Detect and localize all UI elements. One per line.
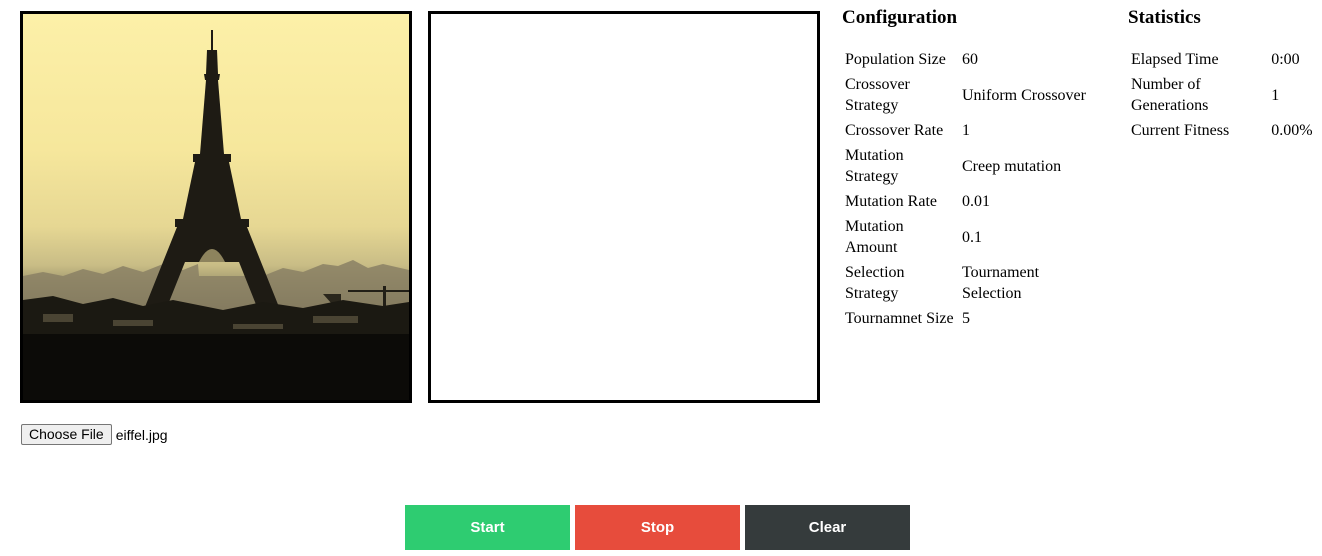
stat-row: Current Fitness 0.00% bbox=[1130, 119, 1320, 142]
stat-row-value: 0:00 bbox=[1271, 51, 1300, 68]
stat-row-label: Current Fitness bbox=[1131, 122, 1230, 139]
statistics-table: Elapsed Time 0:00 Number of Generations 1 Cu… bbox=[1128, 46, 1322, 144]
config-row-value: Uniform Crossover bbox=[962, 86, 1086, 104]
config-row: Tournamnet Size 5 bbox=[844, 307, 1103, 330]
config-row: Mutation Amount 0.1 bbox=[844, 215, 1103, 259]
generated-image-canvas bbox=[428, 11, 820, 403]
config-row-label: Crossover Strategy bbox=[845, 76, 910, 114]
config-row-label: Crossover Rate bbox=[845, 122, 944, 139]
eiffel-tower-photo bbox=[23, 14, 409, 400]
config-row: Mutation Rate 0.01 bbox=[844, 190, 1103, 213]
configuration-table: Population Size 60 Crossover Strategy Unifo… bbox=[842, 46, 1105, 332]
choose-file-button[interactable]: Choose File bbox=[21, 424, 112, 445]
stat-row-value: 1 bbox=[1271, 86, 1280, 104]
config-row: Mutation Strategy Creep mutation bbox=[844, 144, 1103, 188]
statistics-title: Statistics bbox=[1128, 7, 1201, 28]
config-row-value: 60 bbox=[962, 51, 978, 68]
config-row-value: 1 bbox=[962, 122, 970, 139]
file-chooser: Choose File eiffel.jpg bbox=[21, 424, 168, 445]
stat-row-label: Number of Generations bbox=[1131, 76, 1209, 114]
config-row: Crossover Strategy Uniform Crossover bbox=[844, 73, 1103, 117]
start-button[interactable]: Start bbox=[405, 505, 570, 550]
config-row-label: Selection Strategy bbox=[845, 264, 905, 302]
config-row-label: Mutation Rate bbox=[845, 193, 937, 210]
config-row: Crossover Rate 1 bbox=[844, 119, 1103, 142]
config-row-label: Tournamnet Size bbox=[845, 310, 954, 327]
config-row-label: Mutation Strategy bbox=[845, 147, 904, 185]
statistics-panel: Statistics Elapsed Time 0:00 Number of Gen… bbox=[1128, 5, 1322, 144]
config-row-value: 0.01 bbox=[962, 193, 990, 210]
configuration-panel: Configuration Population Size 60 Crossover… bbox=[842, 5, 1112, 332]
config-row-value: 5 bbox=[962, 310, 970, 327]
source-image-canvas bbox=[20, 11, 412, 403]
selected-file-name: eiffel.jpg bbox=[115, 426, 168, 443]
config-row-value: Creep mutation bbox=[962, 157, 1062, 175]
config-row-value: 0.1 bbox=[962, 228, 982, 246]
control-buttons: Start Stop Clear bbox=[405, 505, 910, 550]
config-row: Population Size 60 bbox=[844, 48, 1103, 71]
configuration-title: Configuration bbox=[842, 7, 958, 28]
clear-button[interactable]: Clear bbox=[745, 505, 910, 550]
stop-button[interactable]: Stop bbox=[575, 505, 740, 550]
stat-row: Number of Generations 1 bbox=[1130, 73, 1320, 117]
stat-row-label: Elapsed Time bbox=[1131, 51, 1219, 68]
stat-row: Elapsed Time 0:00 bbox=[1130, 48, 1320, 71]
config-row-label: Population Size bbox=[845, 51, 946, 68]
stat-row-value: 0.00% bbox=[1271, 122, 1313, 139]
config-row: Selection Strategy Tournament Selection bbox=[844, 261, 1103, 305]
eiffel-tower-illustration bbox=[23, 30, 409, 400]
config-row-value: Tournament Selection bbox=[962, 264, 1040, 302]
config-row-label: Mutation Amount bbox=[845, 218, 904, 256]
